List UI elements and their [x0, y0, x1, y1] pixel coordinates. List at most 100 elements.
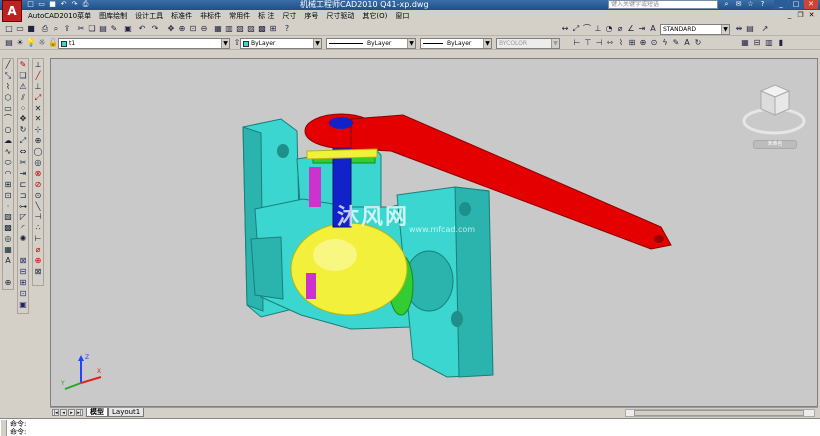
dim-tool-4-icon[interactable]: ⤢ [33, 92, 43, 103]
viewcube-ucs-menu[interactable]: 未命名 [753, 140, 797, 149]
dim-arc-icon[interactable]: ⌒ [582, 24, 592, 34]
center-mark-icon[interactable]: ⊕ [638, 38, 648, 48]
help-search-input[interactable]: 键入关键字或短语 [608, 0, 718, 9]
dim-text-edit-icon[interactable]: A [682, 38, 692, 48]
dim-space-icon[interactable]: ⇿ [605, 38, 615, 48]
menu-other[interactable]: 其它(O) [358, 10, 391, 22]
communication-center-icon[interactable]: ✉ [734, 0, 743, 9]
paste-icon[interactable]: ▤ [98, 24, 108, 34]
region-icon[interactable]: ◎ [3, 233, 13, 244]
redo-toolbar-icon[interactable]: ↷ [150, 24, 160, 34]
dim-style-icon[interactable]: ⇹ [734, 24, 744, 34]
menu-annotate[interactable]: 标 注 [254, 10, 278, 22]
dim-tool-20-icon[interactable]: ⊠ [33, 266, 43, 277]
jogged-linear-icon[interactable]: ϟ [660, 38, 670, 48]
construction-line-icon[interactable]: ⤡ [3, 70, 13, 81]
line-icon[interactable]: ╱ [3, 59, 13, 70]
drawing-viewport[interactable]: 未命名 沐风网 www.mfcad.com Z Y X [50, 58, 818, 407]
tool-palettes-icon[interactable]: ▧ [235, 24, 245, 34]
dim-tool-15-icon[interactable]: ⊣ [33, 211, 43, 222]
layer-lock-icon[interactable]: 🔓 [48, 38, 58, 48]
linetype-select[interactable]: ByLayer ▼ [326, 38, 416, 49]
break-icon[interactable]: ⊐ [18, 190, 28, 201]
erase-icon[interactable]: ✎ [18, 59, 28, 70]
plot-icon[interactable]: ⎙ [40, 24, 50, 34]
horizontal-scrollbar[interactable] [625, 409, 815, 417]
stretch-icon[interactable]: ⇔ [18, 146, 28, 157]
layer-on-icon[interactable]: 💡 [26, 38, 36, 48]
circle-icon[interactable]: ○ [3, 124, 13, 135]
dim-tool-6-icon[interactable]: ✕ [33, 113, 43, 124]
qnew-icon[interactable]: □ [4, 24, 14, 34]
menu-balloon[interactable]: 序号 [300, 10, 322, 22]
add-selected-icon[interactable]: ⊕ [3, 277, 13, 288]
tab-model[interactable]: 模型 [86, 408, 108, 417]
dim-tool-9-icon[interactable]: ◯ [33, 146, 43, 157]
dim-update-icon[interactable]: ↻ [693, 38, 703, 48]
tab-layout1[interactable]: Layout1 [108, 408, 145, 417]
rectangle-icon[interactable]: ▭ [3, 103, 13, 114]
dim-tool-10-icon[interactable]: ◎ [33, 157, 43, 168]
menu-dimension-driven[interactable]: 尺寸驱动 [322, 10, 358, 22]
ellipse-arc-icon[interactable]: ◠ [3, 168, 13, 179]
redo-icon[interactable]: ↷ [70, 0, 79, 9]
dim-tool-3-icon[interactable]: ⊥ [33, 81, 43, 92]
dim-tool-8-icon[interactable]: ⊕ [33, 135, 43, 146]
chamfer-icon[interactable]: ◸ [18, 211, 28, 222]
menu-window[interactable]: 窗口 [391, 10, 413, 22]
toolbar-extra-2-icon[interactable]: ⊟ [752, 38, 762, 48]
menu-dimension[interactable]: 尺寸 [278, 10, 300, 22]
text-style-select[interactable]: STANDARD ▼ [660, 24, 730, 35]
sheet-set-icon[interactable]: ▨ [246, 24, 256, 34]
break-point-icon[interactable]: ⊏ [18, 179, 28, 190]
toolbar-extra-4-icon[interactable]: ▮ [776, 38, 786, 48]
scrollbar-thumb[interactable] [634, 410, 804, 416]
point-icon[interactable]: · [3, 201, 13, 212]
dim-tool-1-icon[interactable]: ⟂ [33, 59, 43, 70]
dim-linear-icon[interactable]: ↔ [560, 24, 570, 34]
match-properties-icon[interactable]: ✎ [109, 24, 119, 34]
extra-tool-5-icon[interactable]: ▣ [18, 299, 28, 310]
fillet-icon[interactable]: ◜ [18, 222, 28, 233]
move-icon[interactable]: ✥ [18, 113, 28, 124]
polyline-icon[interactable]: ⌇ [3, 81, 13, 92]
properties-icon[interactable]: ▦ [213, 24, 223, 34]
quickcalc-icon[interactable]: ⊞ [268, 24, 278, 34]
hatch-icon[interactable]: ▨ [3, 211, 13, 222]
ellipse-icon[interactable]: ⬭ [3, 157, 13, 168]
zoom-window-icon[interactable]: ⊡ [188, 24, 198, 34]
toolbar-extra-1-icon[interactable]: ▦ [740, 38, 750, 48]
prev-tab-icon[interactable]: ◂ [60, 409, 67, 416]
spline-icon[interactable]: ∿ [3, 146, 13, 157]
dim-edit-icon[interactable]: ✎ [671, 38, 681, 48]
dim-tool-16-icon[interactable]: ∴ [33, 222, 43, 233]
table-style-icon[interactable]: ▤ [745, 24, 755, 34]
undo-toolbar-icon[interactable]: ↶ [137, 24, 147, 34]
extra-tool-1-icon[interactable]: ⊠ [18, 255, 28, 266]
inspect-icon[interactable]: ⊙ [649, 38, 659, 48]
design-center-icon[interactable]: ▥ [224, 24, 234, 34]
next-tab-icon[interactable]: ▸ [68, 409, 75, 416]
application-menu-button[interactable]: A [2, 0, 22, 22]
multiline-text-icon[interactable]: A [3, 255, 13, 266]
plot-preview-icon[interactable]: ⌕ [51, 24, 61, 34]
markup-icon[interactable]: ▩ [257, 24, 267, 34]
dim-aligned-icon[interactable]: ⤢ [571, 24, 581, 34]
text-style-icon[interactable]: A [648, 24, 658, 34]
help-toolbar-icon[interactable]: ? [282, 24, 292, 34]
command-line-window[interactable]: 命令: 命令: [0, 418, 820, 436]
dim-diameter-icon[interactable]: ⌀ [615, 24, 625, 34]
layer-state-icon[interactable]: ☀ [15, 38, 25, 48]
dim-tool-18-icon[interactable]: ⌀ [33, 244, 43, 255]
make-block-icon[interactable]: ⊡ [3, 190, 13, 201]
command-prompt[interactable]: 命令: [10, 428, 26, 436]
copy-clip-icon[interactable]: ❏ [87, 24, 97, 34]
dim-tool-17-icon[interactable]: ⊢ [33, 233, 43, 244]
open-file-icon[interactable]: ▭ [15, 24, 25, 34]
extra-tool-3-icon[interactable]: ⊞ [18, 277, 28, 288]
zoom-previous-icon[interactable]: ⊖ [199, 24, 209, 34]
quick-dim-icon[interactable]: ⇥ [637, 24, 647, 34]
copy-icon[interactable]: ❏ [18, 70, 28, 81]
dim-tool-12-icon[interactable]: ⊘ [33, 179, 43, 190]
layer-freeze-icon[interactable]: ☼ [37, 38, 47, 48]
